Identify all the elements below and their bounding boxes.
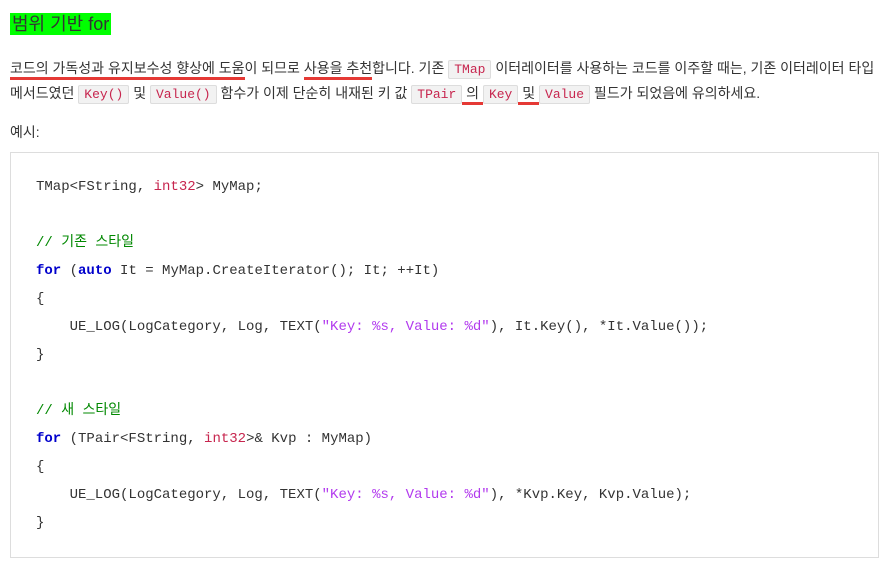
code-key-fn: Key(): [78, 85, 129, 104]
code-tmap: TMap: [448, 60, 491, 79]
text-readability: 코드의 가독성과 유지보수성 향상에 도움: [10, 60, 245, 80]
text: 및: [518, 85, 539, 105]
text: 이 되므로: [245, 60, 304, 76]
description-paragraph: 코드의 가독성과 유지보수성 향상에 도움이 되므로 사용을 추천합니다. 기존…: [10, 56, 879, 107]
code-tpair: TPair: [411, 85, 462, 104]
code-value: Value: [539, 85, 590, 104]
heading-text: 범위 기반 for: [10, 13, 111, 35]
text: 및: [129, 85, 150, 101]
code-value-fn: Value(): [150, 85, 217, 104]
text: 필드가 되었음에 유의하세요.: [590, 85, 760, 101]
code-line: UE_LOG(LogCategory, Log, TEXT("Key: %s, …: [36, 487, 691, 503]
text: 함수가 이제 단순히 내재된 키 값: [217, 85, 412, 101]
code-brace: {: [36, 459, 44, 475]
code-comment-new: // 새 스타일: [36, 403, 121, 419]
code-line: UE_LOG(LogCategory, Log, TEXT("Key: %s, …: [36, 319, 708, 335]
text-recommend: 사용을 추천: [304, 60, 372, 80]
code-key: Key: [483, 85, 518, 104]
code-line: TMap<FString, int32> MyMap;: [36, 179, 263, 195]
code-brace: }: [36, 515, 44, 531]
code-brace: {: [36, 291, 44, 307]
code-block: TMap<FString, int32> MyMap; // 기존 스타일 fo…: [10, 152, 879, 558]
code-line: for (TPair<FString, int32>& Kvp : MyMap): [36, 431, 372, 447]
heading-range-for: 범위 기반 for: [10, 10, 879, 36]
text: 합니다. 기존: [372, 60, 448, 76]
code-line: for (auto It = MyMap.CreateIterator(); I…: [36, 263, 439, 279]
text: 의: [462, 85, 483, 105]
code-comment-old: // 기존 스타일: [36, 235, 134, 251]
code-brace: }: [36, 347, 44, 363]
example-label: 예시:: [10, 122, 879, 142]
